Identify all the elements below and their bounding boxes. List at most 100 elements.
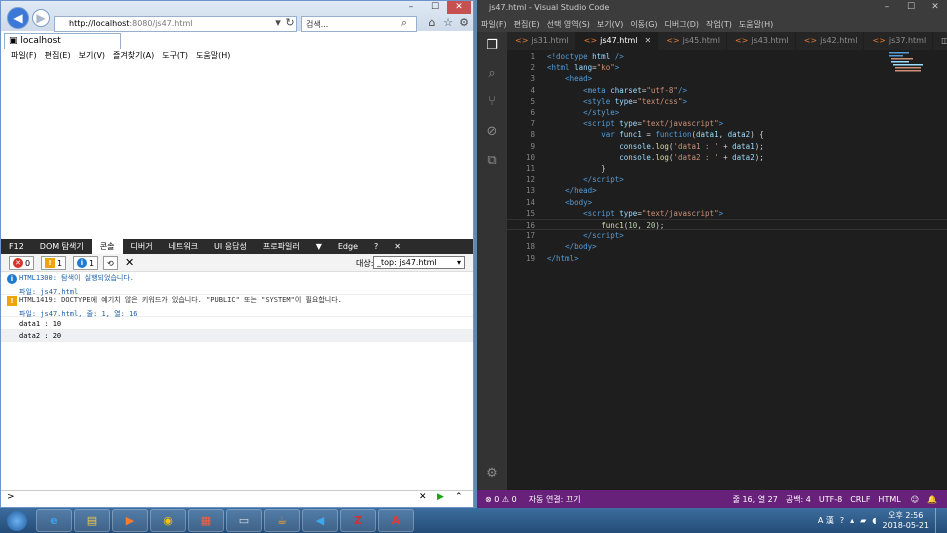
feedback-smiley-icon[interactable]: ☺ (911, 495, 919, 504)
minimize-button[interactable]: – (399, 1, 423, 14)
search-icon[interactable]: ⌕ (397, 16, 411, 30)
split-editor-icon[interactable]: ◫ (933, 32, 947, 50)
taskbar-ie-icon[interactable]: e (36, 509, 72, 532)
menu-edit[interactable]: 편집(E) (514, 19, 540, 32)
ime-indicator[interactable]: A 漢 (818, 515, 834, 526)
cursor-position[interactable]: 줄 16, 열 27 (733, 494, 778, 505)
tab-network[interactable]: 네트워크 (161, 239, 206, 254)
menu-file[interactable]: 파일(F) (11, 50, 37, 61)
clear-input-icon[interactable]: ✕ (419, 492, 427, 502)
clear-on-navigate-button[interactable]: ⟲ (103, 256, 118, 270)
close-button[interactable]: ✕ (447, 1, 471, 14)
taskbar-folder-icon[interactable]: ▤ (74, 509, 110, 532)
tray-overflow-icon[interactable]: ▴ (850, 516, 854, 525)
warning-icon: ! (7, 296, 17, 306)
volume-icon[interactable]: ◖ (872, 516, 876, 525)
emulation-mode[interactable]: Edge (330, 239, 366, 254)
eol[interactable]: CRLF (850, 495, 870, 504)
tab-f12[interactable]: F12 (1, 239, 32, 254)
extensions-icon[interactable]: ⧉ (484, 153, 500, 169)
close-tab-icon[interactable]: ✕ (645, 36, 652, 50)
menu-edit[interactable]: 편집(E) (45, 50, 71, 61)
indent-setting[interactable]: 공백: 4 (786, 494, 811, 505)
menu-view[interactable]: 보기(V) (597, 19, 623, 32)
tab-debugger[interactable]: 디버거 (123, 239, 161, 254)
favorites-star-icon[interactable]: ☆ (441, 16, 455, 30)
clock[interactable]: 오후 2:56 2018-05-21 (883, 511, 930, 531)
settings-gear-icon[interactable]: ⚙ (484, 466, 500, 482)
taskbar-media-player-icon[interactable]: ▶ (112, 509, 148, 532)
ie-tab[interactable]: ▣ localhost (4, 33, 121, 49)
taskbar-filezilla-icon[interactable]: Z (340, 509, 376, 532)
show-desktop-button[interactable] (935, 508, 943, 533)
refresh-icon[interactable]: ↻ (283, 16, 297, 30)
taskbar-acrobat-icon[interactable]: A (378, 509, 414, 532)
taskbar-java-icon[interactable]: ☕ (264, 509, 300, 532)
devtools-close-button[interactable]: ✕ (386, 239, 409, 254)
menu-selection[interactable]: 선택 영역(S) (547, 19, 590, 32)
debug-icon[interactable]: ⊘ (484, 124, 500, 140)
maximize-button[interactable]: ☐ (423, 1, 447, 14)
menu-tasks[interactable]: 작업(T) (706, 19, 732, 32)
error-filter-button[interactable]: ✕ 0 (9, 256, 35, 270)
live-server-status[interactable]: 자동 연결: 끄기 (529, 494, 581, 505)
forward-button[interactable]: ▶ (32, 9, 50, 27)
help-icon[interactable]: ? (840, 516, 844, 525)
address-bar[interactable]: http://localhost:8080/js47.html (54, 16, 297, 32)
home-icon[interactable]: ⌂ (425, 16, 439, 30)
menu-file[interactable]: 파일(F) (481, 19, 507, 32)
editor-tab[interactable]: <> js45.html (658, 32, 727, 50)
network-icon[interactable]: ▰ (860, 516, 866, 525)
target-select[interactable]: _top: js47.html ▾ (373, 256, 465, 269)
minimap[interactable] (887, 50, 943, 110)
help-button[interactable]: ? (366, 239, 386, 254)
page-favicon-icon: ▣ (9, 36, 18, 46)
tab-console[interactable]: 콘솔 (91, 239, 123, 254)
menu-help[interactable]: 도움말(H) (739, 19, 773, 32)
warning-filter-button[interactable]: ! 1 (41, 256, 67, 270)
tab-dom-explorer[interactable]: DOM 탐색기 (32, 239, 92, 254)
menu-go[interactable]: 이동(G) (630, 19, 657, 32)
editor-tab[interactable]: <> js43.html (727, 32, 796, 50)
editor-tab[interactable]: <> js37.html (864, 32, 934, 50)
menu-favorites[interactable]: 즐겨찾기(A) (113, 50, 154, 61)
start-button[interactable] (0, 508, 34, 533)
editor-tab[interactable]: <> js31.html (507, 32, 576, 50)
search-icon[interactable]: ⌕ (484, 66, 500, 82)
taskbar-app-icon[interactable]: ▦ (188, 509, 224, 532)
encoding[interactable]: UTF-8 (819, 495, 842, 504)
menu-view[interactable]: 보기(V) (79, 50, 105, 61)
clear-console-icon[interactable]: ✕ (125, 256, 134, 269)
code-editor[interactable]: 1 <!doctype html /> 2 <html lang="ko"> 3 <… (507, 50, 947, 490)
taskbar-chrome-icon[interactable]: ◉ (150, 509, 186, 532)
back-button[interactable]: ◀ (7, 7, 29, 29)
more-tabs-dropdown[interactable]: ▼ (308, 239, 330, 254)
notifications-bell-icon[interactable]: 🔔 (927, 495, 937, 504)
taskbar-cmd-icon[interactable]: ▭ (226, 509, 262, 532)
error-count: 0 (25, 258, 31, 268)
settings-gear-icon[interactable]: ⚙ (457, 16, 471, 30)
error-icon: ✕ (13, 258, 23, 268)
menu-tools[interactable]: 도구(T) (162, 50, 188, 61)
tab-ui-responsiveness[interactable]: UI 응답성 (206, 239, 255, 254)
explorer-icon[interactable]: ❐ (484, 38, 500, 54)
editor-tab[interactable]: <> js42.html (796, 32, 865, 50)
source-control-icon[interactable]: ⑂ (484, 94, 500, 110)
problems-indicator[interactable]: ⊗ 0 ⚠ 0 (485, 495, 517, 504)
console-input-bar[interactable]: > ✕ ▶ ⌃ (1, 490, 473, 505)
taskbar-vscode-icon[interactable]: ◀ (302, 509, 338, 532)
windows-logo-icon (7, 510, 27, 531)
tab-profiler[interactable]: 프로파일러 (255, 239, 308, 254)
menu-debug[interactable]: 디버그(D) (665, 19, 699, 32)
target-label: 대상: (356, 259, 374, 268)
close-button[interactable]: ✕ (923, 0, 947, 16)
menu-help[interactable]: 도움말(H) (196, 50, 230, 61)
editor-tab-active[interactable]: <> js47.html ✕ (575, 32, 659, 50)
run-icon[interactable]: ▶ (437, 492, 444, 502)
maximize-button[interactable]: ☐ (899, 0, 923, 16)
language-mode[interactable]: HTML (878, 495, 900, 504)
minimize-button[interactable]: – (875, 0, 899, 16)
expand-icon[interactable]: ⌃ (455, 492, 463, 502)
address-host: http://localhost (69, 19, 130, 28)
info-filter-button[interactable]: i 1 (73, 256, 99, 270)
